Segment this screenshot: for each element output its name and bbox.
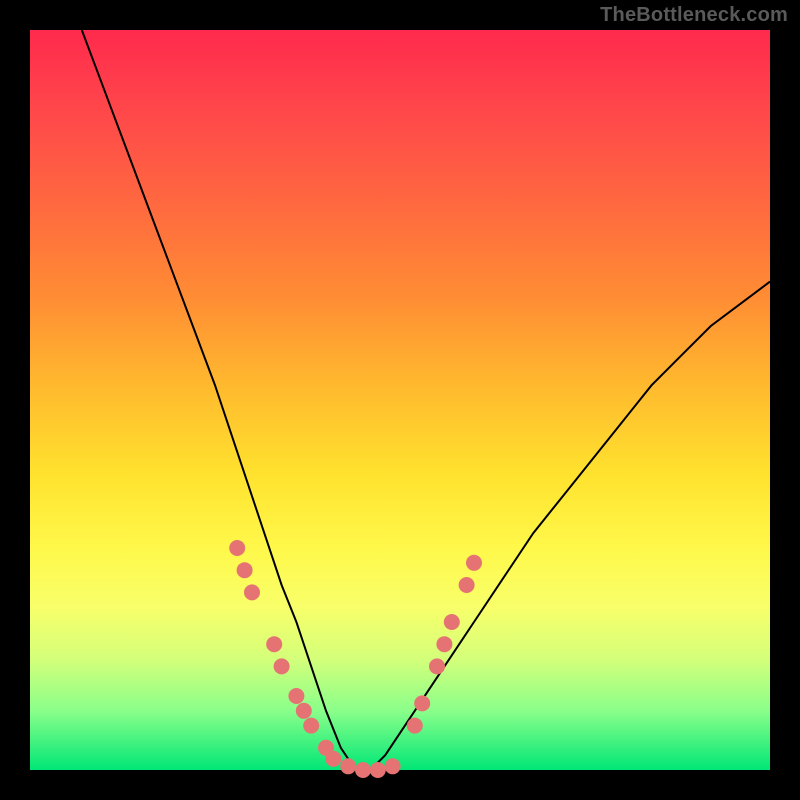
data-marker bbox=[466, 555, 482, 571]
data-marker bbox=[370, 762, 386, 778]
outer-frame: TheBottleneck.com bbox=[0, 0, 800, 800]
curve-layer bbox=[82, 30, 770, 770]
data-marker bbox=[414, 695, 430, 711]
data-marker bbox=[407, 718, 423, 734]
data-marker bbox=[274, 658, 290, 674]
data-marker bbox=[244, 584, 260, 600]
data-marker bbox=[303, 718, 319, 734]
data-marker bbox=[266, 636, 282, 652]
plot-area bbox=[30, 30, 770, 770]
data-marker bbox=[355, 762, 371, 778]
chart-svg bbox=[30, 30, 770, 770]
data-marker bbox=[325, 751, 341, 767]
data-marker bbox=[296, 703, 312, 719]
watermark-text: TheBottleneck.com bbox=[600, 4, 788, 27]
data-marker bbox=[237, 562, 253, 578]
data-marker bbox=[385, 758, 401, 774]
data-marker bbox=[436, 636, 452, 652]
bottleneck-curve bbox=[82, 30, 770, 770]
data-marker bbox=[459, 577, 475, 593]
data-marker bbox=[444, 614, 460, 630]
data-marker bbox=[288, 688, 304, 704]
data-marker bbox=[340, 758, 356, 774]
marker-layer bbox=[229, 540, 482, 778]
data-marker bbox=[229, 540, 245, 556]
data-marker bbox=[429, 658, 445, 674]
